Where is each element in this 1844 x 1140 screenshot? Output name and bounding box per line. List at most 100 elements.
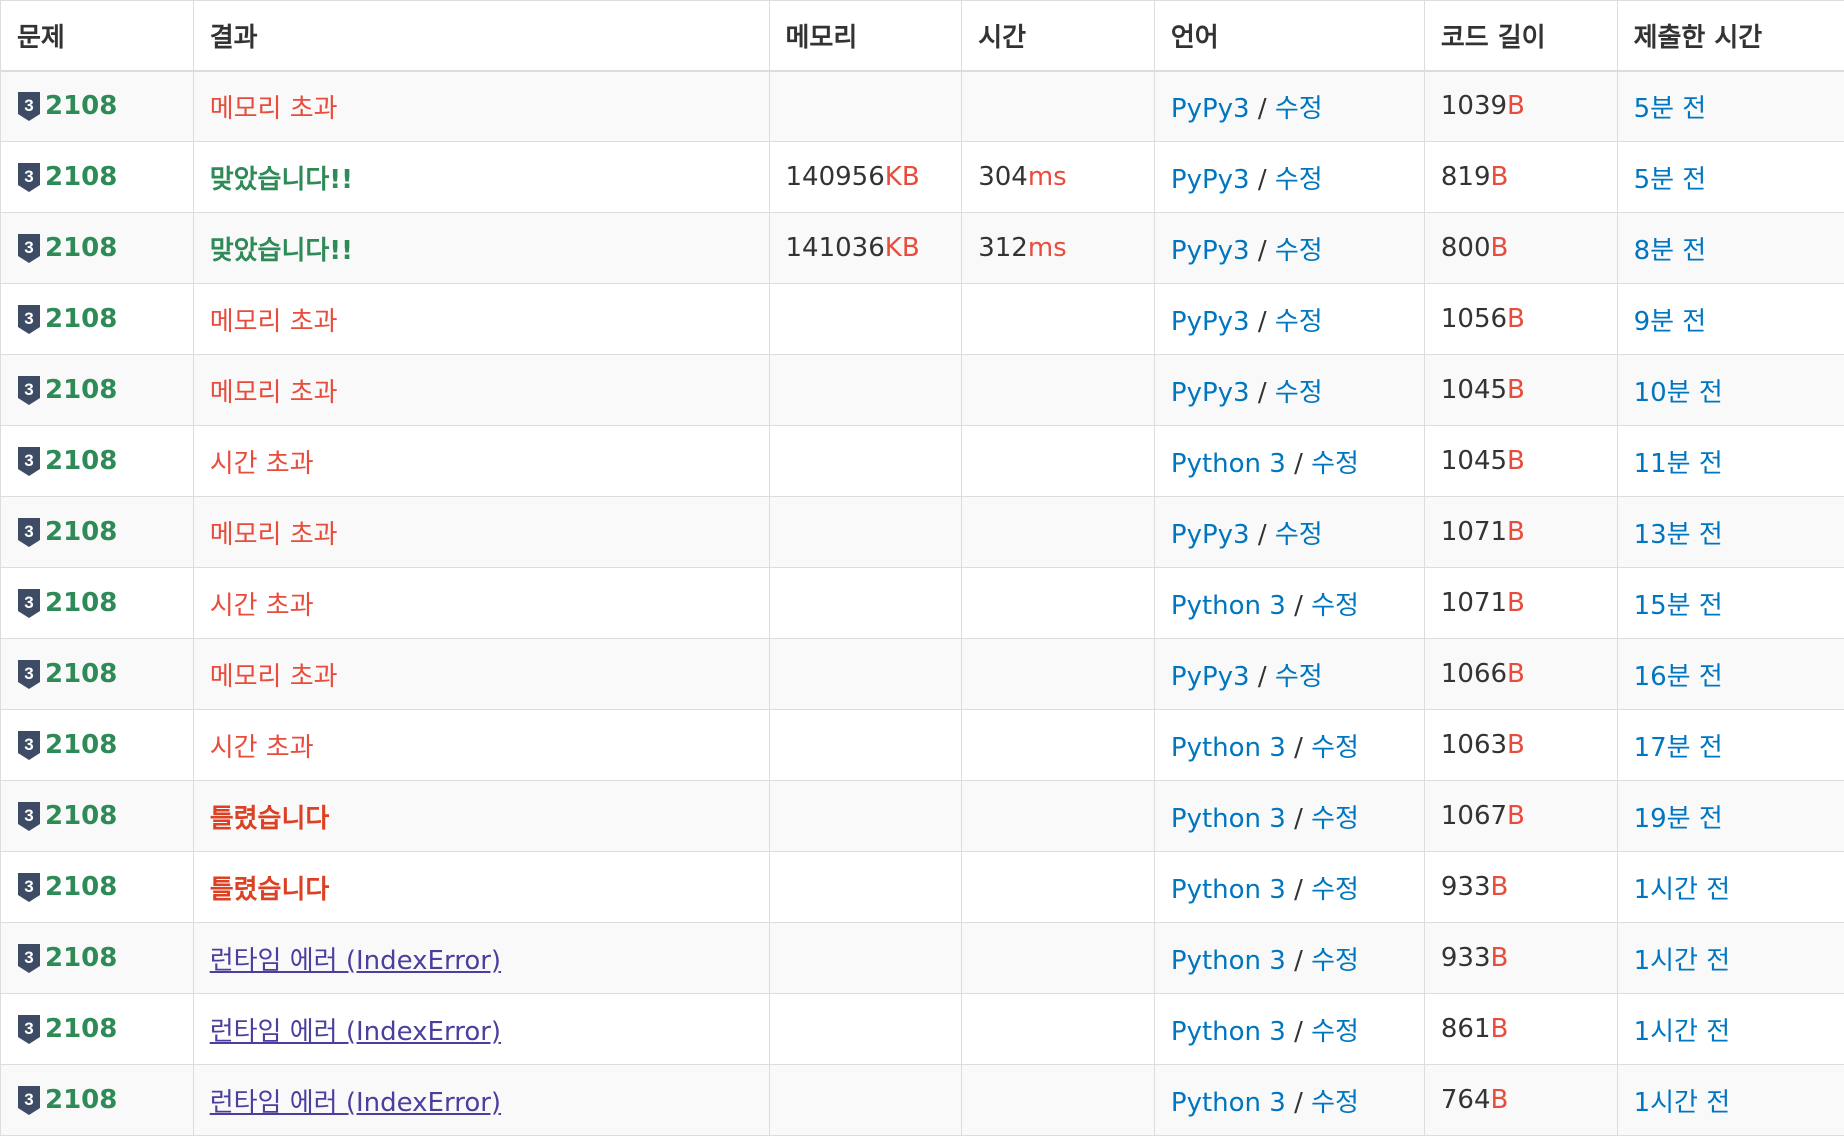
memory-cell: 140956KB (768, 141, 963, 213)
time-cell (961, 496, 1155, 568)
problem-link[interactable]: 2108 (45, 943, 117, 973)
problem-link[interactable]: 2108 (45, 730, 117, 760)
language-separator: / (1285, 945, 1312, 976)
problem-link[interactable]: 2108 (45, 233, 117, 263)
code-length-value: 861 (1440, 1014, 1491, 1044)
table-header: 문제 결과 메모리 시간 언어 코드 길이 제출한 시간 (0, 0, 1844, 72)
code-length-value: 1045 (1440, 375, 1508, 405)
language-link[interactable]: Python 3 (1171, 946, 1286, 976)
submitted-at-link[interactable]: 1시간 전 (1634, 1017, 1731, 1047)
language-link[interactable]: PyPy3 (1171, 662, 1250, 692)
problem-link[interactable]: 2108 (45, 91, 117, 121)
code-length-cell: 1063B (1423, 709, 1618, 781)
code-length-value: 800 (1440, 233, 1491, 263)
submitted-at-link[interactable]: 11분 전 (1634, 449, 1723, 479)
edit-link[interactable]: 수정 (1311, 449, 1359, 479)
submitted-at-cell: 10분 전 (1616, 354, 1844, 426)
edit-link[interactable]: 수정 (1311, 946, 1359, 976)
problem-link[interactable]: 2108 (45, 162, 117, 192)
language-link[interactable]: PyPy3 (1171, 307, 1250, 337)
submitted-at-link[interactable]: 19분 전 (1634, 804, 1723, 834)
language-cell: PyPy3 / 수정 (1153, 354, 1425, 426)
time-value: 312 (978, 233, 1028, 263)
edit-link[interactable]: 수정 (1311, 1017, 1359, 1047)
code-length-unit: B (1507, 730, 1525, 760)
submitted-at-link[interactable]: 17분 전 (1634, 733, 1723, 763)
problem-link[interactable]: 2108 (45, 588, 117, 618)
edit-link[interactable]: 수정 (1311, 733, 1359, 763)
language-link[interactable]: PyPy3 (1171, 236, 1250, 266)
language-link[interactable]: Python 3 (1171, 591, 1286, 621)
svg-text:3: 3 (24, 522, 33, 541)
problem-cell: 3 2108 (0, 283, 194, 355)
edit-link[interactable]: 수정 (1311, 804, 1359, 834)
language-separator: / (1249, 661, 1275, 692)
language-link[interactable]: Python 3 (1171, 449, 1286, 479)
edit-link[interactable]: 수정 (1311, 1088, 1359, 1118)
problem-link[interactable]: 2108 (45, 1014, 117, 1044)
edit-link[interactable]: 수정 (1311, 591, 1359, 621)
submitted-at-link[interactable]: 1시간 전 (1634, 946, 1731, 976)
code-length-value: 933 (1440, 943, 1491, 973)
language-link[interactable]: Python 3 (1171, 804, 1286, 834)
code-length-value: 1066 (1440, 659, 1508, 689)
edit-link[interactable]: 수정 (1275, 94, 1323, 124)
language-link[interactable]: Python 3 (1171, 1088, 1286, 1118)
problem-cell-content: 3 2108 (17, 375, 177, 406)
language-cell: Python 3 / 수정 (1153, 993, 1425, 1065)
edit-link[interactable]: 수정 (1275, 520, 1323, 550)
edit-link[interactable]: 수정 (1311, 875, 1359, 905)
submitted-at-cell: 1시간 전 (1616, 851, 1844, 923)
code-length-cell: 1067B (1423, 780, 1618, 852)
edit-link[interactable]: 수정 (1275, 662, 1323, 692)
edit-link[interactable]: 수정 (1275, 165, 1323, 195)
problem-link[interactable]: 2108 (45, 517, 117, 547)
submitted-at-link[interactable]: 15분 전 (1634, 591, 1723, 621)
submitted-at-link[interactable]: 8분 전 (1634, 236, 1707, 266)
time-unit: ms (1027, 233, 1067, 263)
problem-cell: 3 2108 (0, 709, 194, 781)
problem-link[interactable]: 2108 (45, 446, 117, 476)
svg-text:3: 3 (24, 238, 33, 257)
edit-link[interactable]: 수정 (1275, 307, 1323, 337)
language-link[interactable]: PyPy3 (1171, 165, 1250, 195)
problem-link[interactable]: 2108 (45, 304, 117, 334)
submitted-at-link[interactable]: 5분 전 (1634, 165, 1707, 195)
language-link[interactable]: Python 3 (1171, 733, 1286, 763)
submitted-at-link[interactable]: 9분 전 (1634, 307, 1707, 337)
result-text: 메모리 초과 (209, 377, 338, 408)
problem-link[interactable]: 2108 (45, 872, 117, 902)
language-cell: Python 3 / 수정 (1153, 567, 1425, 639)
code-length-cell: 764B (1423, 1064, 1618, 1136)
language-link[interactable]: PyPy3 (1171, 94, 1250, 124)
language-link[interactable]: PyPy3 (1171, 378, 1250, 408)
code-length-cell: 819B (1423, 141, 1618, 213)
result-text: 런타임 에러 (IndexError) (209, 945, 502, 976)
submitted-at-cell: 8분 전 (1616, 212, 1844, 284)
language-link[interactable]: Python 3 (1171, 875, 1286, 905)
problem-link[interactable]: 2108 (45, 375, 117, 405)
submitted-at-link[interactable]: 10분 전 (1634, 378, 1723, 408)
submitted-at-link[interactable]: 13분 전 (1634, 520, 1723, 550)
language-link[interactable]: PyPy3 (1171, 520, 1250, 550)
problem-link[interactable]: 2108 (45, 659, 117, 689)
problem-link[interactable]: 2108 (45, 801, 117, 831)
language-cell: PyPy3 / 수정 (1153, 212, 1425, 284)
problem-cell-content: 3 2108 (17, 162, 177, 193)
edit-link[interactable]: 수정 (1275, 378, 1323, 408)
submitted-at-link[interactable]: 1시간 전 (1634, 875, 1731, 905)
language-link[interactable]: Python 3 (1171, 1017, 1286, 1047)
time-cell (961, 1064, 1155, 1136)
edit-link[interactable]: 수정 (1275, 236, 1323, 266)
code-length-unit: B (1490, 1085, 1509, 1115)
code-length-value: 1063 (1440, 730, 1508, 760)
submitted-at-link[interactable]: 5분 전 (1634, 94, 1707, 124)
time-cell: 304ms (961, 141, 1155, 213)
status-table-wrapper: 문제 결과 메모리 시간 언어 코드 길이 제출한 시간 3 2108 메모리 … (0, 0, 1844, 1136)
submitted-at-link[interactable]: 16분 전 (1634, 662, 1723, 692)
code-length-unit: B (1507, 304, 1525, 334)
code-length-cell: 933B (1423, 851, 1618, 923)
language-separator: / (1285, 1087, 1312, 1118)
problem-link[interactable]: 2108 (45, 1085, 117, 1115)
submitted-at-link[interactable]: 1시간 전 (1634, 1088, 1731, 1118)
